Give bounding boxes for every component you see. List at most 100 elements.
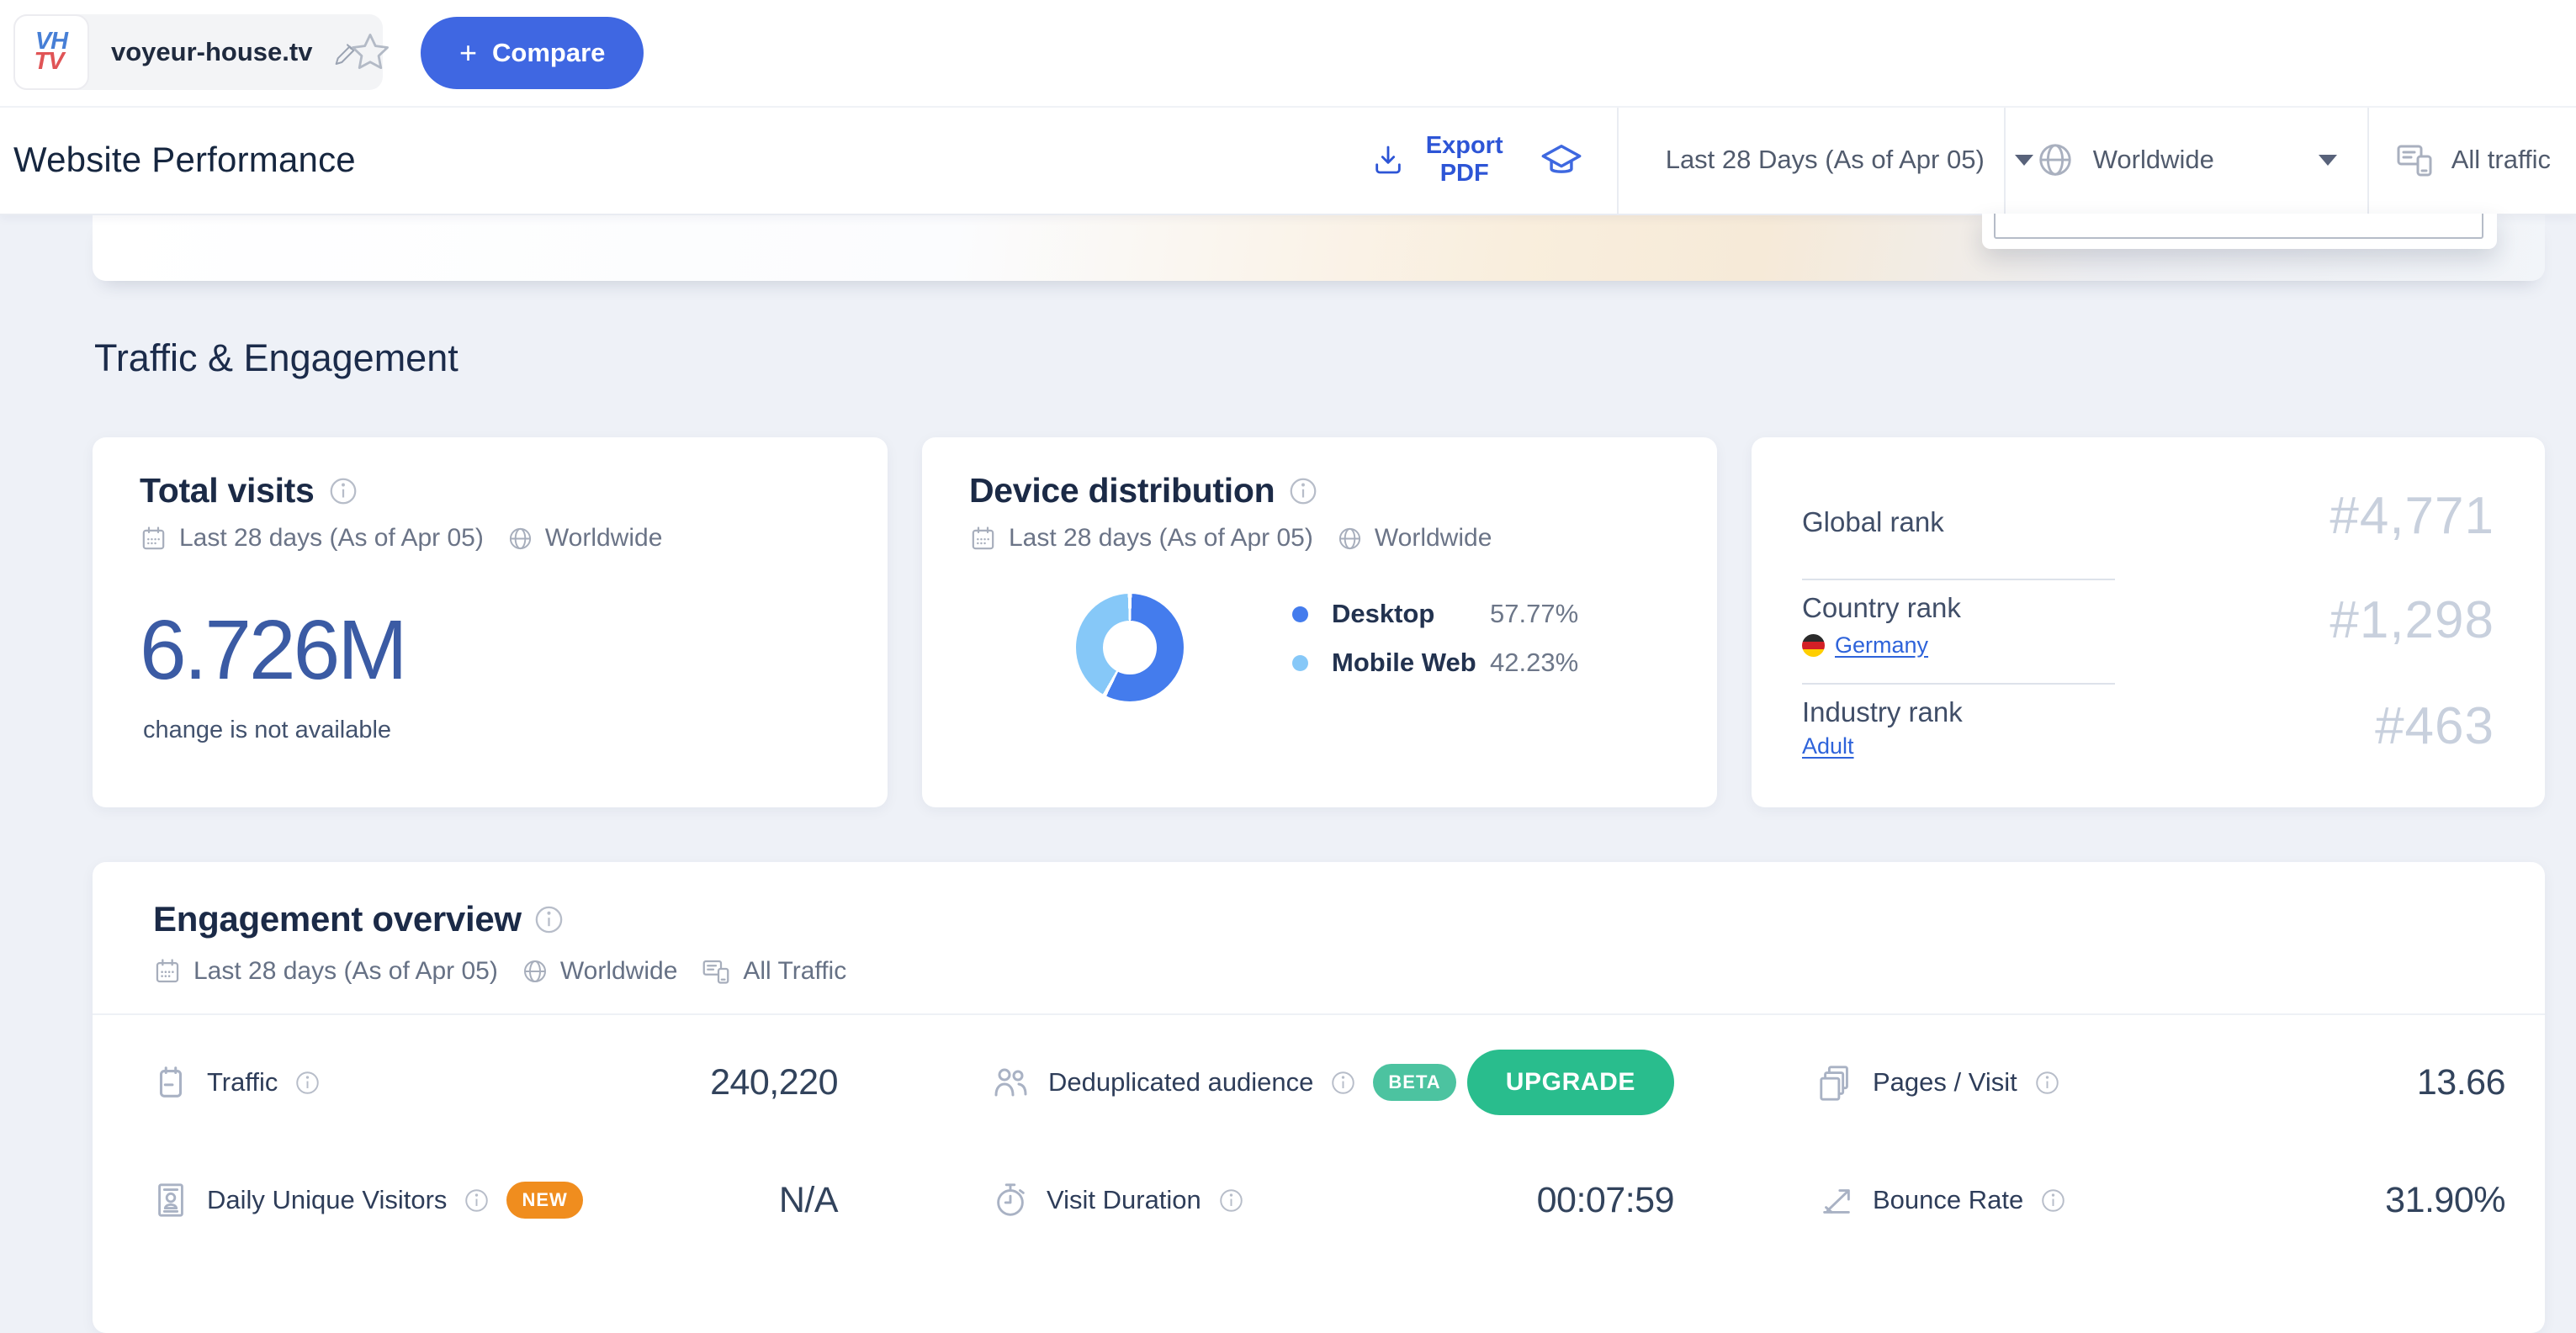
geo-dropdown[interactable]: Worldwide (2004, 106, 2367, 214)
section-heading: Traffic & Engagement (94, 336, 458, 380)
legend-item-desktop: Desktop 57.77% (1292, 599, 1578, 629)
total-visits-card: Total visits Last 28 days (As of Apr 05)… (93, 437, 888, 807)
country-link-row: Germany (1802, 632, 1928, 659)
info-icon[interactable] (328, 476, 358, 506)
mobile-label: Mobile Web (1332, 648, 1481, 678)
metric-deduplicated-audience: Deduplicated audience BETA UPGRADE (991, 1024, 1674, 1141)
page-title: Website Performance (13, 106, 356, 214)
total-visits-date: Last 28 days (As of Apr 05) (179, 524, 484, 553)
unique-visitors-icon (151, 1181, 190, 1219)
daily-unique-visitors-label: Daily Unique Visitors (207, 1185, 447, 1215)
pages-icon (1817, 1063, 1856, 1102)
calendar-icon (140, 525, 167, 553)
country-rank-value: #1,298 (2330, 590, 2494, 650)
info-icon[interactable] (533, 904, 564, 935)
device-distribution-title: Device distribution (969, 471, 1275, 510)
info-icon[interactable] (1330, 1070, 1356, 1096)
geo-value: Worldwide (2093, 145, 2214, 175)
traffic-icon (151, 1063, 190, 1102)
rank-card: Global rank #4,771 Country rank Germany … (1752, 437, 2545, 807)
device-distribution-date: Last 28 days (As of Apr 05) (1009, 524, 1313, 553)
daily-unique-visitors-value: N/A (779, 1180, 838, 1221)
traffic-type-dropdown[interactable]: All traffic (2367, 106, 2576, 214)
favorite-star-icon[interactable] (348, 30, 392, 74)
globe-icon (507, 526, 533, 552)
metric-visit-duration: Visit Duration 00:07:59 (991, 1141, 1674, 1259)
favicon-line2: TV (34, 52, 63, 72)
info-icon[interactable] (294, 1070, 321, 1096)
site-domain: voyeur-house.tv (111, 37, 312, 67)
industry-rank-label: Industry rank (1802, 696, 1963, 728)
new-badge: NEW (506, 1182, 582, 1219)
device-distribution-geo: Worldwide (1375, 524, 1492, 553)
globe-icon (2036, 140, 2075, 179)
header-controls: Export PDF Last 28 Days (As of Apr 05) (1349, 106, 2576, 214)
total-visits-note: change is not available (143, 717, 391, 744)
chevron-down-icon (2319, 155, 2337, 166)
globe-icon (1337, 526, 1363, 552)
visit-duration-label: Visit Duration (1047, 1185, 1201, 1215)
divider (1802, 683, 2115, 685)
industry-link-row: Adult (1802, 733, 1854, 759)
academy-cap-icon[interactable] (1540, 138, 1583, 182)
industry-rank-value: #463 (2375, 696, 2494, 756)
beta-badge: BETA (1373, 1064, 1455, 1101)
engagement-title: Engagement overview (153, 899, 522, 939)
globe-icon (522, 958, 549, 985)
total-visits-geo: Worldwide (545, 524, 663, 553)
bounce-rate-label: Bounce Rate (1873, 1185, 2023, 1215)
info-icon[interactable] (1288, 476, 1318, 506)
site-selector-pill[interactable]: VH TV voyeur-house.tv (13, 14, 383, 90)
stopwatch-icon (991, 1181, 1030, 1219)
compare-label: Compare (492, 38, 605, 68)
bounce-rate-icon (1817, 1181, 1856, 1219)
upgrade-button[interactable]: UPGRADE (1467, 1050, 1674, 1115)
download-icon (1371, 143, 1405, 177)
export-group: Export PDF (1349, 106, 1617, 214)
info-icon[interactable] (2034, 1070, 2060, 1096)
country-rank-label: Country rank (1802, 592, 1961, 624)
metric-traffic: Traffic 240,220 (151, 1024, 838, 1141)
compare-button[interactable]: + Compare (421, 17, 644, 89)
industry-link[interactable]: Adult (1802, 733, 1854, 759)
traffic-type-value: All traffic (2451, 145, 2551, 175)
global-rank-label: Global rank (1802, 506, 1944, 538)
devices-icon (2394, 140, 2435, 180)
engagement-date: Last 28 days (As of Apr 05) (193, 957, 498, 986)
date-range-dropdown[interactable]: Last 28 Days (As of Apr 05) (1617, 106, 2004, 214)
desktop-dot (1292, 606, 1308, 622)
export-pdf-button[interactable]: Export PDF (1371, 132, 1511, 188)
divider (1802, 579, 2115, 580)
germany-flag-icon (1802, 634, 1825, 657)
open-dropdown-panel (1982, 214, 2497, 249)
date-range-value: Last 28 Days (As of Apr 05) (1666, 145, 1985, 175)
mobile-dot (1292, 655, 1308, 671)
site-favicon: VH TV (13, 14, 89, 90)
export-pdf-label: Export PDF (1418, 132, 1511, 188)
traffic-label: Traffic (207, 1067, 278, 1098)
plus-icon: + (459, 38, 477, 68)
calendar-icon (153, 957, 182, 986)
deduplicated-audience-label: Deduplicated audience (1048, 1067, 1313, 1098)
devices-icon (701, 956, 731, 987)
top-bar: VH TV voyeur-house.tv + Compare (0, 0, 2576, 108)
metric-daily-unique-visitors: Daily Unique Visitors NEW N/A (151, 1141, 838, 1259)
visit-duration-value: 00:07:59 (1537, 1180, 1674, 1221)
dropdown-search-input[interactable] (1994, 214, 2483, 239)
divider (93, 1013, 2545, 1015)
engagement-traffic: All Traffic (743, 957, 846, 986)
total-visits-title: Total visits (140, 471, 315, 510)
desktop-value: 57.77% (1490, 599, 1578, 629)
audience-icon (991, 1062, 1031, 1103)
engagement-geo: Worldwide (560, 957, 678, 986)
device-donut (1076, 594, 1184, 701)
device-distribution-card: Device distribution Last 28 days (As of … (922, 437, 1717, 807)
info-icon[interactable] (2040, 1188, 2066, 1214)
country-link[interactable]: Germany (1835, 632, 1928, 659)
calendar-icon (969, 525, 997, 553)
info-icon[interactable] (464, 1188, 490, 1214)
info-icon[interactable] (1218, 1188, 1244, 1214)
legend-item-mobile: Mobile Web 42.23% (1292, 648, 1578, 678)
engagement-overview-panel: Engagement overview Last 28 days (As of … (93, 862, 2545, 1333)
donut-hole (1103, 621, 1157, 674)
